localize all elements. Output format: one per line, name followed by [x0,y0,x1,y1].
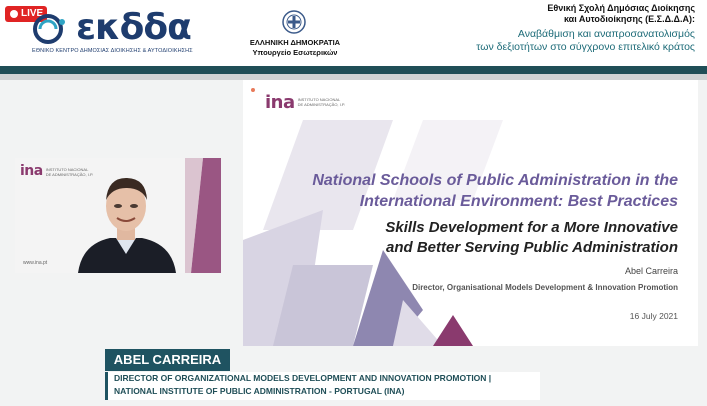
slide-ina-small2: DE ADMINISTRAÇÃO, I.P. [297,102,346,107]
gov-name: ΕΛΛΗΝΙΚΗ ΔΗΜΟΚΡΑΤΙΑ [249,38,341,47]
event-tagline: Αναβάθμιση και αναπροσανατολισμός των δε… [395,28,695,54]
slide-decoration [243,120,503,346]
speaker-ina-word: ina [20,163,43,179]
slide-title-line1: National Schools of Public Administratio… [312,172,678,189]
caption-line1: DIRECTOR OF ORGANIZATIONAL MODELS DEVELO… [114,373,492,383]
speaker-caption: DIRECTOR OF ORGANIZATIONAL MODELS DEVELO… [105,372,540,400]
slide-ina-logo: ina INSTITUTO NACIONAL DE ADMINISTRAÇÃO,… [265,92,345,113]
ekdda-wordmark: εκδδα [76,7,192,48]
speaker-bg-shape [185,158,221,273]
gov-ministry: Υπουργείο Εσωτερικών [252,48,338,57]
presentation-slide: ina INSTITUTO NACIONAL DE ADMINISTRAÇÃO,… [243,80,698,346]
speaker-name-bar: ABEL CARREIRA [105,349,230,371]
slide-subtitle: Skills Development for a More Innovative… [298,218,678,258]
school-name-line2: και Αυτοδιοίκησης (Ε.Σ.Δ.Δ.Α): [563,14,695,24]
greek-emblem-icon [282,10,306,34]
slide-title: National Schools of Public Administratio… [298,170,678,212]
school-name: Εθνική Σχολή Δημόσιας Διοίκησης και Αυτο… [495,3,695,25]
tagline-line2: των δεξιοτήτων στο σύγχρονο επιτελικό κρ… [476,41,695,53]
slide-date: 16 July 2021 [629,311,678,321]
speaker-url: www.ina.pt [23,260,48,266]
school-name-line1: Εθνική Σχολή Δημόσιας Διοίκησης [547,3,695,13]
ekdda-subtitle: ΕΘΝΙΚΟ ΚΕΝΤΡΟ ΔΗΜΟΣΙΑΣ ΔΙΟΙΚΗΣΗΣ & ΑΥΤΟΔ… [32,48,193,54]
slide-ina-word: ina [265,92,295,113]
speaker-person-icon [78,178,176,273]
ekdda-logo-icon [33,14,65,44]
slide-title-line2: International Environment: Best Practice… [359,193,678,210]
slide-role: Director, Organisational Models Developm… [412,283,678,292]
slide-subtitle-line1: Skills Development for a More Innovative [385,219,678,236]
slide-presenter: Abel Carreira [624,266,678,276]
slide-subtitle-line2: and Better Serving Public Administration [386,239,678,256]
header-divider-bar [0,66,707,74]
caption-line2: NATIONAL INSTITUTE OF PUBLIC ADMINISTRAT… [114,386,405,396]
tagline-line1: Αναβάθμιση και αναπροσανατολισμός [517,28,695,40]
live-dot-icon [10,10,18,18]
slide-red-dot [251,88,255,92]
speaker-video: ina INSTITUTO NACIONAL DE ADMINISTRAÇÃO,… [15,158,221,273]
